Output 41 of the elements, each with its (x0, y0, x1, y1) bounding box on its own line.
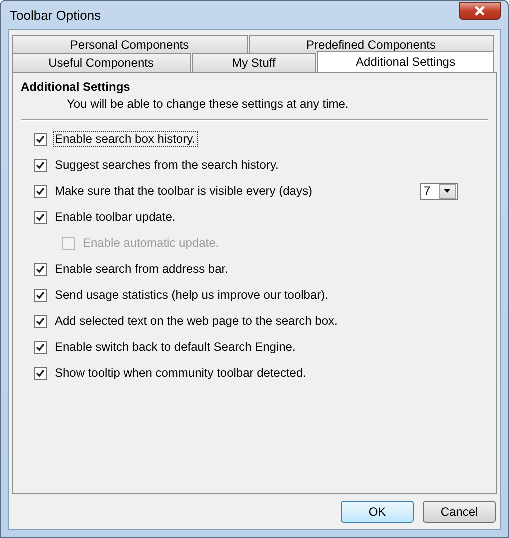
option-label[interactable]: Enable search from address bar. (53, 261, 230, 277)
check-icon (36, 264, 45, 274)
check-icon (36, 134, 45, 144)
checkbox[interactable] (34, 366, 47, 380)
checkbox[interactable] (34, 158, 47, 172)
section-description: You will be able to change these settings at any time. (66, 97, 350, 111)
check-icon (36, 186, 45, 196)
section-title: Additional Settings (21, 80, 132, 94)
checkbox[interactable] (34, 288, 47, 302)
checkbox[interactable] (34, 340, 47, 354)
check-icon (36, 290, 45, 300)
check-icon (36, 212, 45, 222)
option-label[interactable]: Send usage statistics (help us improve our toolbar). (53, 287, 330, 303)
option-label[interactable]: Show tooltip when community toolbar detected. (53, 365, 308, 381)
option-label[interactable]: Enable toolbar update. (53, 209, 178, 225)
option-label[interactable]: Suggest searches from the search history. (53, 157, 281, 173)
option-label[interactable]: Make sure that the toolbar is visible every (days) (53, 183, 314, 199)
checkbox[interactable] (34, 132, 47, 146)
option-label[interactable]: Add selected text on the web page to the search box. (53, 313, 340, 329)
check-icon (36, 160, 45, 170)
checkbox[interactable] (34, 210, 47, 224)
tab[interactable]: Predefined Components (248, 35, 494, 53)
close-icon (473, 6, 487, 16)
option-label[interactable]: Enable search box history. (53, 131, 198, 147)
checkbox[interactable] (34, 184, 47, 198)
dialog-button[interactable]: OK (341, 501, 414, 523)
window-title: Toolbar Options (9, 8, 102, 22)
tab[interactable]: My Stuff (192, 53, 316, 72)
dialog-button[interactable]: Cancel (423, 501, 496, 523)
checkbox[interactable] (34, 314, 47, 328)
check-icon (36, 368, 45, 378)
option-label[interactable]: Enable switch back to default Search Engine. (53, 339, 298, 355)
dropdown-value: 7 (423, 184, 432, 198)
tab[interactable]: Additional Settings (317, 51, 494, 72)
days-dropdown[interactable]: 7 (420, 182, 458, 200)
tab[interactable]: Useful Components (12, 53, 191, 72)
checkbox[interactable] (34, 262, 47, 276)
close-button[interactable] (459, 2, 501, 20)
check-icon (36, 316, 45, 326)
check-icon (36, 342, 45, 352)
tab[interactable]: Personal Components (12, 35, 248, 53)
